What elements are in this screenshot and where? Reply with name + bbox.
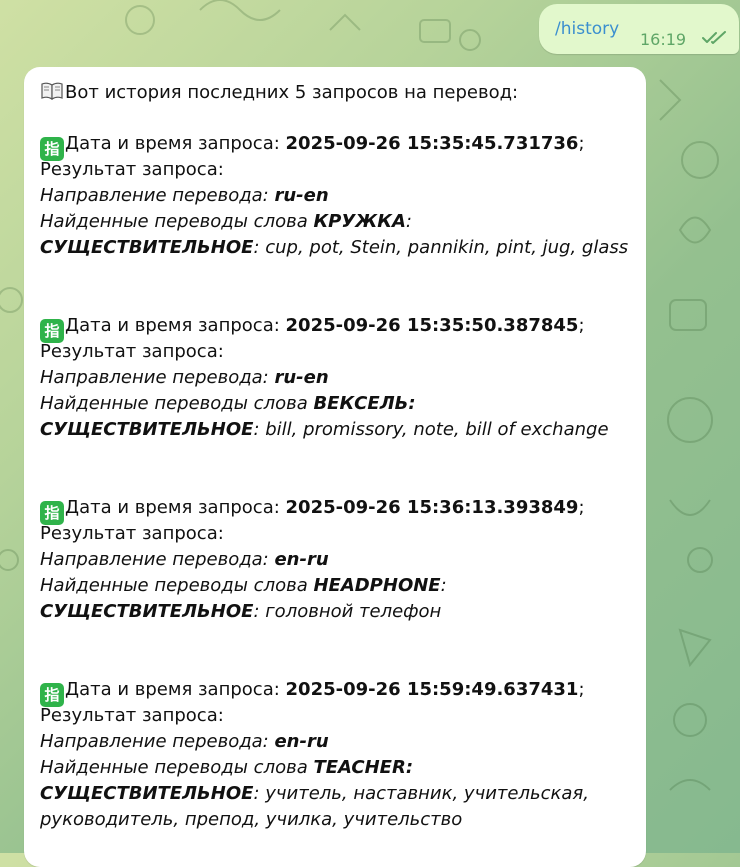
found-label: Найденные переводы слова xyxy=(40,393,314,414)
semicolon: ; xyxy=(578,133,585,154)
result-label: Результат запроса: xyxy=(40,705,224,726)
history-entry: 指 Дата и время запроса: 2025-09-26 15:35:… xyxy=(40,313,630,443)
word: HEADPHONE xyxy=(313,575,441,596)
direction-label: Направление перевода: xyxy=(40,731,275,752)
translations: : cup, pot, Stein, pannikin, pint, jug, … xyxy=(253,237,629,258)
semicolon: ; xyxy=(578,315,585,336)
translations: : учитель, наставник, учительская, xyxy=(253,783,589,804)
found-label: Найденные переводы слова xyxy=(40,757,314,778)
datetime-label: Дата и время запроса: xyxy=(65,133,286,154)
history-entry: 指 Дата и время запроса: 2025-09-26 15:35:… xyxy=(40,131,630,261)
datetime-label: Дата и время запроса: xyxy=(65,679,286,700)
direction-label: Направление перевода: xyxy=(40,185,275,206)
part-of-speech: СУЩЕСТВИТЕЛЬНОЕ xyxy=(40,419,254,440)
semicolon: ; xyxy=(578,497,585,518)
header-text: Вот история последних 5 запросов на пере… xyxy=(65,82,519,103)
word: TEACHER: xyxy=(313,757,414,778)
double-check-icon xyxy=(702,31,726,44)
open-book-icon xyxy=(41,82,63,101)
outgoing-message[interactable]: /history 16:19 xyxy=(539,4,739,54)
command-link[interactable]: /history xyxy=(555,19,619,39)
direction-value: en-ru xyxy=(274,731,329,752)
incoming-message[interactable]: Вот история последних 5 запросов на пере… xyxy=(24,67,646,867)
part-of-speech: СУЩЕСТВИТЕЛЬНОЕ xyxy=(40,783,254,804)
datetime-label: Дата и время запроса: xyxy=(65,497,286,518)
direction-value: ru-en xyxy=(274,367,329,388)
direction-label: Направление перевода: xyxy=(40,549,275,570)
timestamp: 2025-09-26 15:59:49.637431 xyxy=(285,679,579,700)
timestamp: 2025-09-26 15:36:13.393849 xyxy=(285,497,579,518)
direction-value: ru-en xyxy=(274,185,329,206)
word: ВЕКСЕЛЬ: xyxy=(313,393,416,414)
datetime-label: Дата и время запроса: xyxy=(65,315,286,336)
translations-continued: руководитель, препод, училка, учительств… xyxy=(40,809,463,830)
colon: : xyxy=(440,575,447,596)
timestamp: 2025-09-26 15:35:50.387845 xyxy=(285,315,579,336)
history-entry: 指 Дата и время запроса: 2025-09-26 15:36:… xyxy=(40,495,630,625)
message-header: Вот история последних 5 запросов на пере… xyxy=(40,79,630,105)
colon: : xyxy=(405,211,412,232)
translations: : головной телефон xyxy=(253,601,442,622)
translations: : bill, promissory, note, bill of exchan… xyxy=(253,419,609,440)
found-label: Найденные переводы слова xyxy=(40,211,314,232)
semicolon: ; xyxy=(578,679,585,700)
result-label: Результат запроса: xyxy=(40,159,224,180)
found-label: Найденные переводы слова xyxy=(40,575,314,596)
timestamp: 2025-09-26 15:35:45.731736 xyxy=(285,133,579,154)
part-of-speech: СУЩЕСТВИТЕЛЬНОЕ xyxy=(40,237,254,258)
direction-label: Направление перевода: xyxy=(40,367,275,388)
direction-value: en-ru xyxy=(274,549,329,570)
result-label: Результат запроса: xyxy=(40,523,224,544)
result-label: Результат запроса: xyxy=(40,341,224,362)
part-of-speech: СУЩЕСТВИТЕЛЬНОЕ xyxy=(40,601,254,622)
message-time: 16:19 xyxy=(640,30,687,49)
word: КРУЖКА xyxy=(313,211,406,232)
history-entry: 指 Дата и время запроса: 2025-09-26 15:59:… xyxy=(40,677,630,833)
